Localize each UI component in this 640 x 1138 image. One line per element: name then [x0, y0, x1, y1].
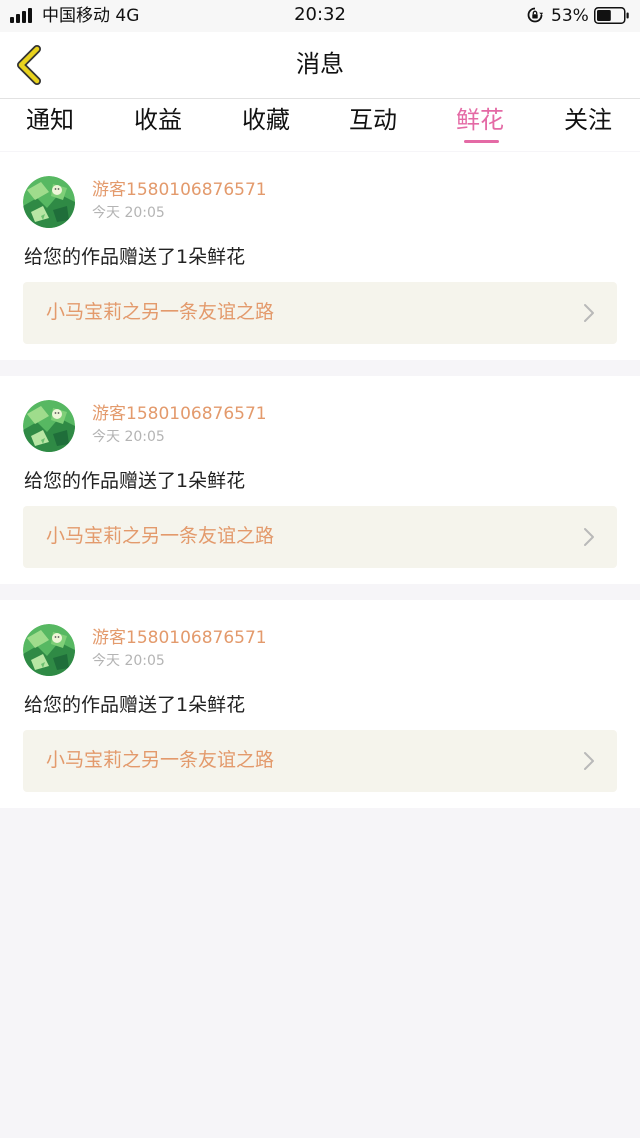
sender-username[interactable]: 游客1580106876571 [92, 179, 267, 201]
chevron-right-icon [584, 528, 594, 546]
tab-interactions[interactable]: 互动 [323, 105, 423, 135]
work-title: 小马宝莉之另一条友谊之路 [46, 301, 275, 323]
avatar-image-icon [23, 400, 75, 452]
notification-message: 给您的作品赠送了1朵鲜花 [24, 246, 246, 268]
avatar[interactable] [23, 400, 75, 452]
tab-notifications[interactable]: 通知 [0, 105, 100, 135]
timestamp: 今天 20:05 [92, 205, 165, 221]
work-title: 小马宝莉之另一条友谊之路 [46, 749, 275, 771]
work-link-button[interactable]: 小马宝莉之另一条友谊之路 [23, 282, 617, 344]
timestamp: 今天 20:05 [92, 653, 165, 669]
notification-message: 给您的作品赠送了1朵鲜花 [24, 470, 246, 492]
avatar[interactable] [23, 176, 75, 228]
tab-favorites[interactable]: 收藏 [216, 105, 316, 135]
work-link-button[interactable]: 小马宝莉之另一条友谊之路 [23, 506, 617, 568]
status-bar: 中国移动 4G 20:32 53% [0, 0, 640, 32]
notification-card: 游客1580106876571 今天 20:05 给您的作品赠送了1朵鲜花 小马… [0, 600, 640, 808]
chevron-right-icon [584, 752, 594, 770]
work-title: 小马宝莉之另一条友谊之路 [46, 525, 275, 547]
notification-card: 游客1580106876571 今天 20:05 给您的作品赠送了1朵鲜花 小马… [0, 376, 640, 584]
tab-earnings[interactable]: 收益 [108, 105, 208, 135]
chevron-right-icon [584, 304, 594, 322]
avatar-image-icon [23, 176, 75, 228]
tab-following[interactable]: 关注 [538, 105, 638, 135]
orientation-lock-icon [527, 7, 543, 23]
sender-username[interactable]: 游客1580106876571 [92, 627, 267, 649]
status-time: 20:32 [294, 4, 346, 25]
avatar[interactable] [23, 624, 75, 676]
active-tab-indicator [464, 140, 499, 143]
page-title: 消息 [296, 50, 344, 78]
tab-flowers[interactable]: 鲜花 [430, 105, 530, 135]
work-link-button[interactable]: 小马宝莉之另一条友谊之路 [23, 730, 617, 792]
tab-bar: 通知 收益 收藏 互动 鲜花 关注 [0, 99, 640, 151]
avatar-image-icon [23, 624, 75, 676]
battery-icon [594, 7, 629, 24]
sender-username[interactable]: 游客1580106876571 [92, 403, 267, 425]
notification-card: 游客1580106876571 今天 20:05 给您的作品赠送了1朵鲜花 小马… [0, 152, 640, 360]
notification-message: 给您的作品赠送了1朵鲜花 [24, 694, 246, 716]
navigation-bar: 消息 [0, 32, 640, 99]
timestamp: 今天 20:05 [92, 429, 165, 445]
battery-percent: 53% [551, 6, 589, 26]
